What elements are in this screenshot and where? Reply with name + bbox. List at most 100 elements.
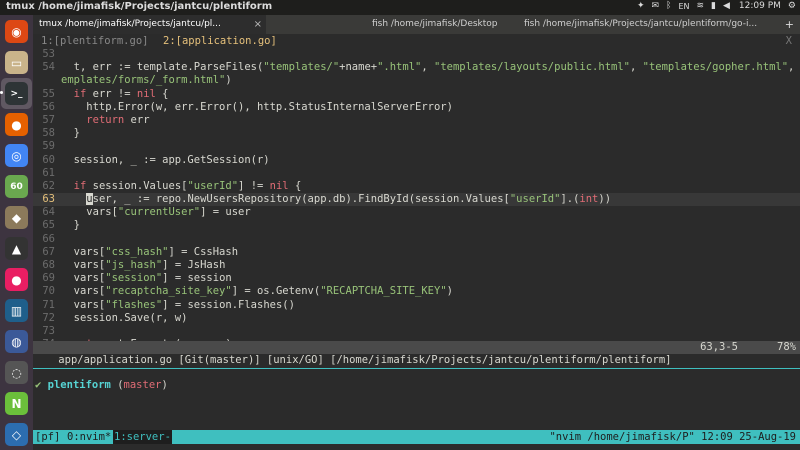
- line-number: 55: [42, 87, 55, 100]
- code-editor[interactable]: 53 54 t, err := template.ParseFiles("temp…: [33, 48, 800, 344]
- code-line[interactable]: 65 }: [33, 219, 800, 232]
- books-icon[interactable]: ▥: [4, 298, 29, 323]
- files-icon[interactable]: ▭: [4, 50, 29, 75]
- code-token: }: [61, 219, 80, 232]
- close-tab-icon[interactable]: ×: [254, 15, 262, 34]
- firefox-icon[interactable]: ●: [4, 112, 29, 137]
- network-icon[interactable]: ◇: [4, 422, 29, 447]
- keyboard-layout[interactable]: EN: [678, 2, 689, 11]
- cursor-position: 63,3-5: [700, 341, 738, 353]
- code-token: return: [86, 113, 125, 126]
- code-line[interactable]: 71 vars["flashes"] = session.Flashes(): [33, 299, 800, 312]
- terminal-icon[interactable]: >_: [1, 78, 32, 109]
- power-gear-icon[interactable]: ⚙: [788, 1, 796, 11]
- gimp-icon[interactable]: ◆: [4, 205, 29, 230]
- code-token: "currentUser": [117, 206, 201, 219]
- buffer-close[interactable]: X: [786, 34, 792, 48]
- buffer-tab-plentiform[interactable]: 1:[plentiform.go]: [41, 34, 148, 48]
- bluetooth-icon[interactable]: ᛒ: [666, 1, 671, 11]
- branch-close-paren: ): [161, 379, 168, 391]
- code-line[interactable]: 73: [33, 325, 800, 338]
- books-icon-glyph: ▥: [5, 299, 28, 322]
- code-token: ] = session.Flashes(): [162, 298, 295, 311]
- code-line[interactable]: 68 vars["js_hash"] = JsHash: [33, 259, 800, 272]
- inkscape-icon-glyph: ▲: [5, 237, 28, 260]
- line-number: 53: [42, 48, 55, 60]
- code-line[interactable]: 66: [33, 233, 800, 246]
- ubuntu-icon-glyph: ◉: [5, 20, 28, 43]
- launcher: ◉ ▭ >_ ● ◎ 60 ◆ ▲ ● ▥ ◍ ◌ N ◇: [0, 15, 33, 450]
- terminal-tab-2[interactable]: fish /home/jimafisk/Desktop: [266, 15, 516, 34]
- chat-icon[interactable]: ✉: [652, 1, 660, 11]
- virtualbox-icon-glyph: ◍: [5, 330, 28, 353]
- pane-divider[interactable]: [33, 368, 800, 369]
- settings-icon[interactable]: ◌: [4, 360, 29, 385]
- pycharm-icon[interactable]: 60: [4, 174, 29, 199]
- code-line[interactable]: 55 if err != nil {: [33, 88, 800, 101]
- code-token: err: [124, 113, 150, 126]
- code-line[interactable]: 67 vars["css_hash"] = CssHash: [33, 246, 800, 259]
- code-line[interactable]: 72 session.Save(r, w): [33, 312, 800, 325]
- code-token: http.Error(w, err.Error(), http.StatusIn…: [61, 100, 453, 113]
- tmux-session-name: [pf]: [35, 431, 61, 443]
- clock[interactable]: 12:09 PM: [739, 1, 781, 11]
- code-token: ] = session: [162, 272, 232, 285]
- code-token: "RECAPTCHA_SITE_KEY": [320, 285, 447, 298]
- code-line[interactable]: 64 vars["currentUser"] = user: [33, 206, 800, 219]
- chrome-icon[interactable]: ◎: [4, 143, 29, 168]
- nvidia-icon[interactable]: N: [4, 391, 29, 416]
- code-line[interactable]: 69 vars["session"] = session: [33, 272, 800, 285]
- terminal-content[interactable]: 1:[plentiform.go] 2:[application.go] X 5…: [33, 34, 800, 450]
- code-token: ] = user: [200, 206, 251, 219]
- code-token: {: [155, 87, 169, 100]
- inkscape-icon[interactable]: ▲: [4, 236, 29, 261]
- buffer-tab-application[interactable]: 2:[application.go]: [163, 34, 277, 48]
- code-line[interactable]: 62 if session.Values["userId"] != nil {: [33, 180, 800, 193]
- volume-icon[interactable]: ◀: [723, 1, 730, 11]
- code-token: ,: [629, 61, 643, 74]
- shell-prompt[interactable]: ✔ plentiform (master): [35, 378, 168, 392]
- code-line[interactable]: 63 user, _ := repo.NewUsersRepository(ap…: [33, 193, 800, 207]
- network-icon-glyph: ◇: [5, 423, 28, 446]
- code-token: "flashes": [105, 298, 163, 311]
- code-line[interactable]: 57 return err: [33, 114, 800, 127]
- code-line[interactable]: 56 http.Error(w, err.Error(), http.Statu…: [33, 101, 800, 114]
- line-number: 64: [42, 206, 55, 219]
- code-token: "session": [105, 272, 163, 285]
- terminal-icon-glyph: >_: [5, 82, 28, 105]
- code-line[interactable]: 58 }: [33, 127, 800, 140]
- virtualbox-icon[interactable]: ◍: [4, 329, 29, 354]
- terminal-tab-strip: tmux /home/jimafisk/Projects/jantcu/pl..…: [33, 15, 800, 34]
- line-number: 72: [42, 311, 55, 324]
- code-line[interactable]: 60 session, _ := app.GetSession(r): [33, 154, 800, 167]
- terminal-tab-1[interactable]: tmux /home/jimafisk/Projects/jantcu/pl..…: [33, 15, 266, 34]
- new-tab-button[interactable]: +: [785, 15, 794, 34]
- code-line[interactable]: 70 vars["recaptcha_site_key"] = os.Geten…: [33, 285, 800, 298]
- line-number: 62: [42, 179, 55, 192]
- code-token: int: [579, 193, 599, 206]
- dropbox-icon[interactable]: ✦: [637, 1, 645, 11]
- ubuntu-icon[interactable]: ◉: [4, 19, 29, 44]
- code-token: "userId": [509, 193, 561, 206]
- battery-icon[interactable]: ▮: [711, 1, 716, 11]
- code-line[interactable]: emplates/forms/_form.html"): [33, 74, 800, 87]
- code-token: nil: [136, 87, 156, 100]
- code-token: err !=: [86, 87, 137, 100]
- tmux-window-0[interactable]: 0:nvim*: [67, 430, 111, 444]
- color-app-icon[interactable]: ●: [4, 267, 29, 292]
- code-line[interactable]: 53: [33, 48, 800, 61]
- tmux-window-1[interactable]: 1:server-: [113, 430, 172, 444]
- terminal-tab-3[interactable]: fish /home/jimafisk/Projects/jantcu/plen…: [516, 15, 778, 34]
- chrome-icon-glyph: ◎: [5, 144, 28, 167]
- code-token: if: [73, 179, 87, 192]
- code-line[interactable]: 54 t, err := template.ParseFiles("templa…: [33, 61, 800, 74]
- code-token: "js_hash": [105, 259, 163, 271]
- firefox-icon-glyph: ●: [5, 113, 28, 136]
- top-panel: tmux /home/jimafisk/Projects/jantcu/plen…: [0, 0, 800, 15]
- wifi-icon[interactable]: ≋: [697, 1, 705, 11]
- code-line[interactable]: 59: [33, 140, 800, 153]
- window-title: tmux /home/jimafisk/Projects/jantcu/plen…: [6, 1, 273, 12]
- code-line[interactable]: 61: [33, 167, 800, 180]
